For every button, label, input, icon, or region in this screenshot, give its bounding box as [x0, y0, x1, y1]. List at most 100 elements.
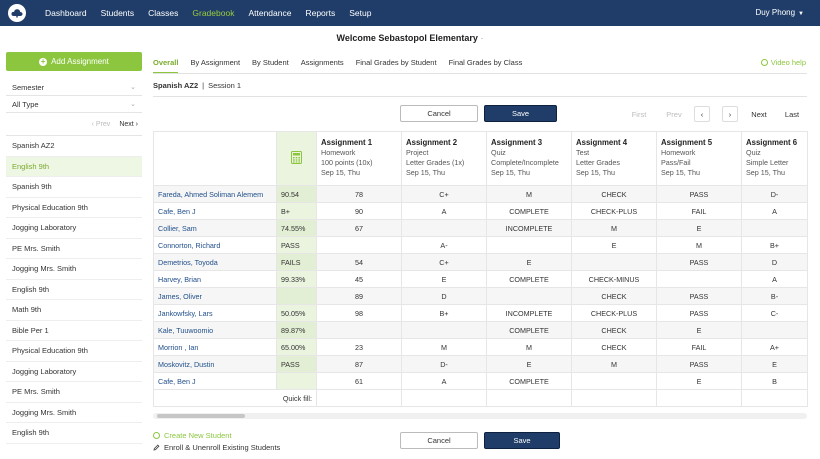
- student-name-link[interactable]: Cafe, Ben J: [153, 372, 277, 390]
- grade-cell[interactable]: CHECK: [571, 338, 657, 356]
- grade-cell[interactable]: C+: [401, 185, 487, 203]
- grade-cell[interactable]: B+: [741, 236, 808, 254]
- nav-item-setup[interactable]: Setup: [342, 8, 378, 18]
- grade-cell[interactable]: [486, 287, 572, 305]
- save-button-bottom[interactable]: Save: [484, 432, 560, 449]
- grade-cell[interactable]: [656, 270, 742, 288]
- student-name-link[interactable]: Harvey, Brian: [153, 270, 277, 288]
- tab-final-grades-by-class[interactable]: Final Grades by Class: [449, 58, 523, 74]
- grade-cell[interactable]: INCOMPLETE: [486, 304, 572, 322]
- class-list-item[interactable]: English 9th: [6, 423, 142, 444]
- student-name-link[interactable]: Moskovitz, Dustin: [153, 355, 277, 373]
- grade-cell[interactable]: CHECK-PLUS: [571, 304, 657, 322]
- grade-cell[interactable]: M: [401, 338, 487, 356]
- grade-cell[interactable]: CHECK: [571, 287, 657, 305]
- class-list-item[interactable]: Spanish AZ2: [6, 136, 142, 157]
- type-select[interactable]: All Type ⌄: [6, 96, 142, 113]
- grade-cell[interactable]: FAIL: [656, 202, 742, 220]
- grade-cell[interactable]: M: [486, 185, 572, 203]
- quick-fill-cell[interactable]: [741, 389, 808, 407]
- app-logo[interactable]: [4, 0, 30, 26]
- nav-item-attendance[interactable]: Attendance: [241, 8, 298, 18]
- prev-page-button[interactable]: Prev: [661, 106, 687, 122]
- class-list-item[interactable]: Spanish 9th: [6, 177, 142, 198]
- cancel-button-top[interactable]: Cancel: [400, 105, 478, 122]
- tab-by-assignment[interactable]: By Assignment: [190, 58, 240, 74]
- nav-item-classes[interactable]: Classes: [141, 8, 185, 18]
- grade-cell[interactable]: B+: [401, 304, 487, 322]
- grade-cell[interactable]: [401, 321, 487, 339]
- grade-cell[interactable]: 89: [316, 287, 402, 305]
- grade-cell[interactable]: 78: [316, 185, 402, 203]
- tab-assignments[interactable]: Assignments: [301, 58, 344, 74]
- first-page-button[interactable]: First: [626, 106, 652, 122]
- student-name-link[interactable]: Kale, Tuuwoomio: [153, 321, 277, 339]
- grade-cell[interactable]: COMPLETE: [486, 270, 572, 288]
- grade-cell[interactable]: M: [486, 338, 572, 356]
- class-list-item[interactable]: English 9th: [6, 156, 142, 177]
- grade-cell[interactable]: 45: [316, 270, 402, 288]
- grade-cell[interactable]: A: [741, 202, 808, 220]
- class-prev-link[interactable]: ‹ Prev: [92, 121, 111, 128]
- grade-cell[interactable]: [486, 236, 572, 254]
- grade-cell[interactable]: E: [741, 355, 808, 373]
- last-page-button[interactable]: Last: [780, 106, 804, 122]
- tab-overall[interactable]: Overall: [153, 58, 179, 74]
- grade-cell[interactable]: [571, 253, 657, 271]
- grade-cell[interactable]: E: [486, 355, 572, 373]
- next-page-button[interactable]: Next: [746, 106, 772, 122]
- grade-cell[interactable]: E: [656, 219, 742, 237]
- grade-cell[interactable]: [571, 372, 657, 390]
- tab-final-grades-by-student[interactable]: Final Grades by Student: [356, 58, 437, 74]
- semester-select[interactable]: Semester ⌄: [6, 79, 142, 96]
- grade-cell[interactable]: PASS: [656, 185, 742, 203]
- student-name-link[interactable]: Connorton, Richard: [153, 236, 277, 254]
- class-list-item[interactable]: Physical Education 9th: [6, 198, 142, 218]
- quick-fill-cell[interactable]: [656, 389, 742, 407]
- student-name-link[interactable]: Morrion , Ian: [153, 338, 277, 356]
- horizontal-scrollbar[interactable]: [153, 413, 807, 419]
- class-list-item[interactable]: PE Mrs. Smith: [6, 382, 142, 403]
- class-list-item[interactable]: Jogging Laboratory: [6, 362, 142, 382]
- grade-cell[interactable]: M: [571, 355, 657, 373]
- grade-cell[interactable]: [316, 236, 402, 254]
- video-help-link[interactable]: Video help: [760, 58, 806, 67]
- grade-cell[interactable]: 54: [316, 253, 402, 271]
- grade-cell[interactable]: E: [571, 236, 657, 254]
- calculator-icon[interactable]: [276, 131, 317, 186]
- grade-cell[interactable]: B-: [741, 287, 808, 305]
- assignment-header[interactable]: Assignment 1 Homework 100 points (10x) Sep …: [316, 131, 402, 186]
- nav-item-gradebook[interactable]: Gradebook: [185, 8, 241, 18]
- quick-fill-cell[interactable]: [401, 389, 487, 407]
- grade-cell[interactable]: A-: [401, 236, 487, 254]
- student-name-link[interactable]: Cafe, Ben J: [153, 202, 277, 220]
- nav-item-dashboard[interactable]: Dashboard: [38, 8, 94, 18]
- grade-cell[interactable]: [316, 321, 402, 339]
- grade-cell[interactable]: D-: [741, 185, 808, 203]
- enroll-students-link[interactable]: Enroll & Unenroll Existing Students: [153, 443, 280, 452]
- grade-cell[interactable]: D: [401, 287, 487, 305]
- grade-cell[interactable]: PASS: [656, 253, 742, 271]
- student-name-link[interactable]: James, Oliver: [153, 287, 277, 305]
- grade-cell[interactable]: A: [401, 202, 487, 220]
- quick-fill-cell[interactable]: [486, 389, 572, 407]
- quick-fill-cell[interactable]: [316, 389, 402, 407]
- grade-cell[interactable]: FAIL: [656, 338, 742, 356]
- grade-cell[interactable]: [401, 219, 487, 237]
- grade-cell[interactable]: 61: [316, 372, 402, 390]
- nav-item-reports[interactable]: Reports: [298, 8, 342, 18]
- assignment-header[interactable]: Assignment 3 Quiz Complete/Incomplete Sep 1…: [486, 131, 572, 186]
- grade-cell[interactable]: PASS: [656, 287, 742, 305]
- class-list-item[interactable]: Jogging Mrs. Smith: [6, 403, 142, 423]
- save-button-top[interactable]: Save: [484, 105, 557, 122]
- grade-cell[interactable]: A+: [741, 338, 808, 356]
- grade-cell[interactable]: CHECK: [571, 321, 657, 339]
- grade-cell[interactable]: E: [486, 253, 572, 271]
- create-student-link[interactable]: Create New Student: [153, 431, 232, 440]
- cancel-button-bottom[interactable]: Cancel: [400, 432, 478, 449]
- grade-cell[interactable]: 90: [316, 202, 402, 220]
- add-assignment-button[interactable]: + Add Assignment: [6, 52, 142, 71]
- scrollbar-thumb[interactable]: [157, 414, 245, 418]
- class-next-link[interactable]: Next ›: [119, 121, 138, 128]
- grade-cell[interactable]: COMPLETE: [486, 321, 572, 339]
